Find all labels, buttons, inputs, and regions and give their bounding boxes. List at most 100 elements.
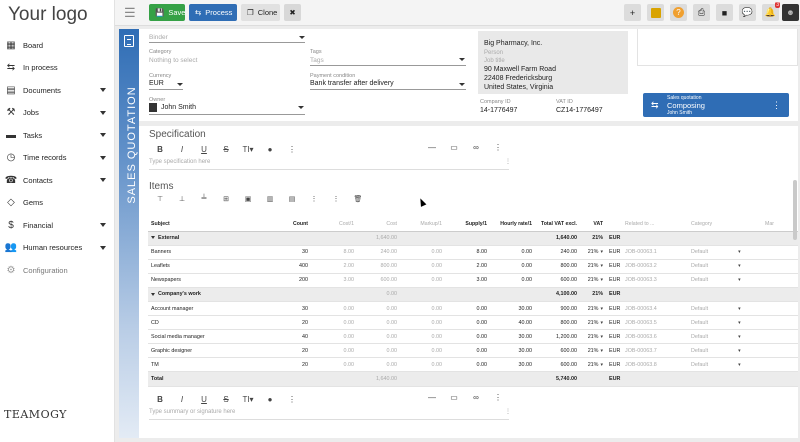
table-cell[interactable]: EUR [606, 245, 622, 260]
horizontal-line-icon[interactable]: — [421, 393, 443, 405]
table-cell[interactable]: 0.00 [311, 301, 357, 317]
total-label[interactable]: Total [148, 371, 265, 387]
category-select[interactable]: Default ▾ [688, 357, 762, 373]
table-cell[interactable] [762, 371, 798, 387]
table-cell[interactable] [688, 287, 762, 302]
chevron-down-icon[interactable]: ▾ [600, 348, 603, 354]
table-cell[interactable]: 2.00 [311, 259, 357, 274]
table-cell[interactable] [400, 231, 445, 246]
image-icon[interactable]: ▭ [443, 393, 465, 405]
table-cell[interactable]: 20 [265, 315, 311, 331]
table-cell[interactable]: 2.00 [445, 259, 490, 274]
vertical-scrollbar[interactable] [793, 180, 797, 240]
table-cell[interactable]: 240.00 [357, 245, 400, 260]
table-cell[interactable]: Account manager [148, 301, 265, 317]
bold-icon[interactable]: B [149, 145, 171, 154]
table-cell[interactable]: 30.00 [490, 357, 535, 373]
table-cell[interactable] [762, 343, 798, 359]
table-cell[interactable]: 1,640.00 [357, 231, 400, 246]
table-cell[interactable]: 0.00 [445, 329, 490, 345]
video-button[interactable]: ■ [716, 4, 733, 21]
table-cell[interactable]: 0.00 [400, 245, 445, 260]
image-icon[interactable]: ▭ [443, 143, 465, 155]
table-cell[interactable]: EUR [606, 343, 622, 359]
horizontal-line-icon[interactable]: — [421, 143, 443, 155]
table-cell[interactable]: 0.00 [490, 273, 535, 288]
collapse-arrow-icon[interactable] [151, 236, 155, 240]
category-select[interactable]: Default ▾ [688, 259, 762, 274]
table-cell[interactable]: 30.00 [490, 301, 535, 317]
trash-icon[interactable]: 🗑 [347, 195, 369, 203]
chevron-down-icon[interactable]: ▾ [738, 320, 741, 326]
table-cell[interactable]: JOB-00063.6 [622, 329, 688, 345]
group-name-cell[interactable]: Company's work [148, 287, 265, 302]
table-cell[interactable] [762, 287, 798, 302]
table-cell[interactable] [762, 357, 798, 373]
resize-handle-icon[interactable]: ⋮ [505, 158, 511, 165]
tools-button[interactable]: ✖ [284, 4, 301, 21]
notifications-button[interactable]: 🔔 3 [762, 2, 780, 21]
table-cell[interactable]: JOB-00063.8 [622, 357, 688, 373]
table-cell[interactable]: 0.00 [400, 301, 445, 317]
table-cell[interactable]: 40 [265, 329, 311, 345]
table-cell[interactable]: 0.00 [357, 301, 400, 317]
vat-select[interactable]: 21% ▾ [580, 245, 606, 260]
column-header[interactable]: Subject [148, 217, 265, 232]
more-icon[interactable]: ⋮ [487, 143, 509, 155]
table-cell[interactable] [490, 287, 535, 302]
table-cell[interactable]: EUR [606, 287, 622, 302]
table-cell[interactable]: 800.00 [535, 315, 580, 331]
owner-select[interactable]: John Smith [161, 104, 196, 111]
table-cell[interactable]: 0.00 [357, 287, 400, 302]
column-header[interactable]: Total VAT excl. [535, 217, 580, 232]
table-cell[interactable] [622, 371, 688, 387]
vat-select[interactable]: 21% ▾ [580, 329, 606, 345]
group-name-cell[interactable]: External [148, 231, 265, 246]
table-cell[interactable]: 0.00 [490, 259, 535, 274]
binder-field[interactable]: Binder [149, 34, 168, 41]
table-cell[interactable]: 0.00 [400, 315, 445, 331]
table-cell[interactable] [688, 231, 762, 246]
table-cell[interactable]: 30 [265, 301, 311, 317]
table-cell[interactable]: 30 [265, 245, 311, 260]
table-cell[interactable]: EUR [606, 273, 622, 288]
table-cell[interactable]: Banners [148, 245, 265, 260]
table-cell[interactable] [445, 231, 490, 246]
add-row-icon[interactable]: ⊤ [149, 195, 171, 203]
table-cell[interactable]: TM [148, 357, 265, 373]
clone-button[interactable]: ❐ Clone [241, 4, 280, 21]
sidebar-item-human-resources[interactable]: 👥 Human resources [0, 237, 115, 260]
column-header[interactable]: Markup/1 [400, 217, 445, 232]
column-header[interactable] [606, 217, 622, 232]
table-cell[interactable] [445, 287, 490, 302]
vat-select[interactable]: 21% ▾ [580, 259, 606, 274]
table-cell[interactable]: JOB-00063.1 [622, 245, 688, 260]
hamburger-menu-icon[interactable]: ☰ [124, 5, 136, 21]
table-row[interactable]: Social media manager 40 0.00 0.00 0.00 0.00 30… [148, 329, 798, 345]
column-header[interactable]: Related to ... [622, 217, 688, 232]
payment-select[interactable]: Bank transfer after delivery [310, 80, 394, 87]
table-cell[interactable]: 0.00 [357, 329, 400, 345]
table-cell[interactable] [762, 273, 798, 288]
category-select[interactable]: Default ▾ [688, 273, 762, 288]
table-cell[interactable] [265, 231, 311, 246]
owner-dropdown-icon[interactable] [298, 106, 304, 109]
category-select[interactable]: Default ▾ [688, 245, 762, 260]
table-cell[interactable]: 0.00 [400, 259, 445, 274]
column-header[interactable]: VAT [580, 217, 606, 232]
chat-button[interactable]: 💬 [739, 4, 756, 21]
table-cell[interactable]: 0.00 [311, 343, 357, 359]
table-cell[interactable]: 200 [265, 273, 311, 288]
vat-select[interactable]: 21% ▾ [580, 273, 606, 288]
category-select[interactable]: Default ▾ [688, 343, 762, 359]
table-cell[interactable]: Social media manager [148, 329, 265, 345]
more-icon[interactable]: ⋮ [281, 395, 303, 404]
table-cell[interactable] [490, 371, 535, 387]
table-row[interactable]: Graphic designer 20 0.00 0.00 0.00 0.00 30.00 6… [148, 343, 798, 359]
chevron-down-icon[interactable]: ▾ [600, 334, 603, 340]
column-header[interactable]: Hourly rate/1 [490, 217, 535, 232]
sidebar-item-contacts[interactable]: ☎ Contacts [0, 169, 115, 192]
table-cell[interactable]: 40.00 [490, 315, 535, 331]
table-cell[interactable]: 0.00 [445, 315, 490, 331]
insert-below-icon[interactable]: ╧ [193, 195, 215, 203]
